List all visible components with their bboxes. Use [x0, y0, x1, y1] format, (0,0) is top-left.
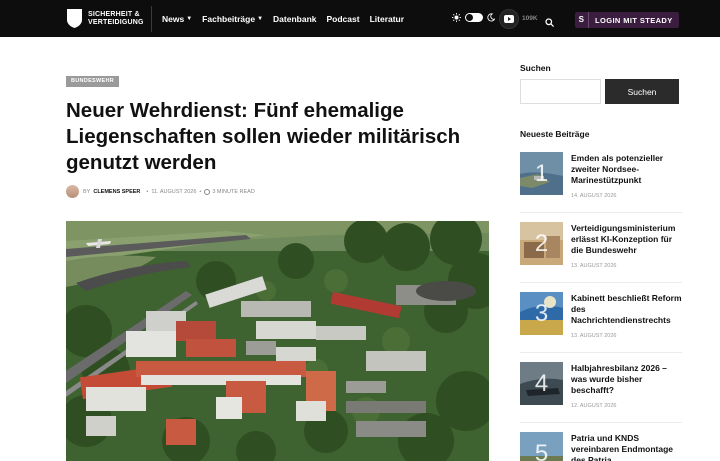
post-thumbnail[interactable]: 1 [520, 152, 563, 195]
meta-separator: • [199, 188, 202, 195]
post-title[interactable]: Patria und KNDS vereinbaren Endmontage d… [571, 433, 683, 461]
post-date: 14. AUGUST 2026 [571, 193, 617, 199]
post-number: 2 [534, 229, 549, 257]
mode-toggle[interactable] [465, 13, 483, 22]
meta-separator: • [146, 188, 149, 195]
nav-item-podcast[interactable]: Podcast [327, 14, 360, 24]
moon-icon [487, 13, 495, 22]
article-meta: BY CLEMENS SPEER • 11. AUGUST 2026 • 3 M… [66, 185, 255, 198]
youtube-icon [504, 15, 514, 23]
dark-mode-switch[interactable] [452, 13, 495, 22]
post-divider [520, 282, 682, 283]
post-divider [520, 422, 682, 423]
author-avatar[interactable] [66, 185, 79, 198]
aerial-barracks-photo [66, 221, 489, 461]
search-heading: Suchen [520, 63, 551, 73]
youtube-link[interactable] [499, 9, 519, 29]
latest-post-item[interactable]: 5 Patria und KNDS vereinbaren Endmontage… [520, 432, 682, 461]
article-title: Neuer Wehrdienst: Fünf ehemalige Liegens… [66, 99, 461, 174]
sidebar-search-input[interactable] [520, 79, 601, 104]
main-nav: News ▼ Fachbeiträge ▼ Datenbank Podcast … [162, 0, 414, 37]
post-title[interactable]: Halbjahresbilanz 2026 – was wurde bisher… [571, 363, 683, 396]
post-thumbnail[interactable]: 2 [520, 222, 563, 265]
category-badge[interactable]: BUNDESWEHR [66, 76, 120, 87]
post-number: 4 [534, 369, 549, 397]
nav-item-literatur[interactable]: Literatur [370, 14, 404, 24]
logo-text: SICHERHEIT & VERTEIDIGUNG [88, 11, 144, 27]
latest-post-item[interactable]: 1 Emden als potenzieller zweiter Nordsee… [520, 152, 682, 212]
sidebar-search-button[interactable]: Suchen [605, 79, 679, 104]
nav-divider [151, 6, 152, 32]
post-divider [520, 212, 682, 213]
read-time: 3 MINUTE READ [212, 188, 255, 195]
post-divider [520, 352, 682, 353]
site-logo[interactable]: SICHERHEIT & VERTEIDIGUNG [66, 8, 144, 29]
nav-item-label: Fachbeiträge [202, 13, 256, 24]
post-title[interactable]: Emden als potenzieller zweiter Nordsee-M… [571, 153, 683, 186]
chevron-down-icon: ▼ [186, 15, 193, 22]
post-date: 12. AUGUST 2026 [571, 403, 617, 409]
post-thumbnail[interactable]: 3 [520, 292, 563, 335]
post-date: 13. AUGUST 2026 [571, 263, 617, 269]
steady-icon: S [575, 12, 589, 28]
nav-item-datenbank[interactable]: Datenbank [273, 14, 316, 24]
article-hero-image [66, 221, 489, 461]
logo-line-1: SICHERHEIT & [88, 10, 140, 18]
post-thumbnail[interactable]: 5 [520, 432, 563, 461]
top-navigation-bar: SICHERHEIT & VERTEIDIGUNG News ▼ Fachbei… [0, 0, 720, 37]
publish-date: 11. AUGUST 2026 [151, 188, 197, 195]
latest-posts-heading: Neueste Beiträge [520, 129, 590, 139]
steady-label: LOGIN MIT STEADY [595, 15, 673, 25]
logo-line-2: VERTEIDIGUNG [88, 18, 144, 26]
post-thumbnail[interactable]: 4 [520, 362, 563, 405]
post-number: 3 [534, 299, 549, 327]
nav-item-label: Datenbank [273, 13, 317, 24]
post-number: 5 [534, 439, 549, 461]
latest-post-item[interactable]: 2 Verteidigungsministerium erlässt KI-Ko… [520, 222, 682, 282]
youtube-subscriber-count: 109K [522, 15, 538, 22]
post-title[interactable]: Verteidigungsministerium erlässt KI-Konz… [571, 223, 683, 256]
by-label: BY [83, 188, 91, 195]
post-date: 13. AUGUST 2026 [571, 333, 617, 339]
nav-item-news[interactable]: News ▼ [162, 14, 192, 24]
latest-post-item[interactable]: 4 Halbjahresbilanz 2026 – was wurde bish… [520, 362, 682, 422]
post-number: 1 [534, 159, 549, 187]
post-title[interactable]: Kabinett beschließt Reform des Nachricht… [571, 293, 683, 326]
sun-icon [452, 13, 461, 22]
login-steady-button[interactable]: S LOGIN MIT STEADY [575, 12, 679, 28]
search-icon [545, 18, 554, 27]
clock-icon [204, 188, 211, 195]
nav-item-fachbeitraege[interactable]: Fachbeiträge ▼ [202, 14, 263, 24]
latest-post-item[interactable]: 3 Kabinett beschließt Reform des Nachric… [520, 292, 682, 352]
header-search-button[interactable] [545, 14, 554, 32]
nav-item-label: Podcast [326, 13, 360, 24]
nav-item-label: News [162, 13, 185, 24]
shield-logo-icon [67, 9, 82, 28]
author-name[interactable]: CLEMENS SPEER [93, 189, 140, 195]
nav-item-label: Literatur [369, 13, 405, 24]
chevron-down-icon: ▼ [257, 15, 264, 22]
